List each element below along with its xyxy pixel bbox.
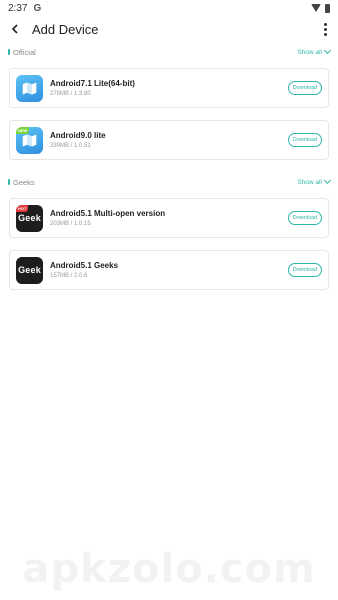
device-name: Android9.0 lite <box>50 131 106 140</box>
section-header-geeks: Geeks Show all <box>0 175 338 189</box>
download-button[interactable]: Download <box>288 263 322 277</box>
chevron-down-icon <box>323 176 332 185</box>
section-label: Official <box>13 47 36 57</box>
download-button[interactable]: Download <box>288 133 322 147</box>
show-all-label: Show all <box>297 178 322 186</box>
page-title: Add Device <box>32 21 99 37</box>
status-time: 2:37 <box>8 2 28 14</box>
show-all-official-button[interactable]: Show all <box>297 46 332 56</box>
device-info: Android9.0 lite 339MB / 1.0.51 <box>50 131 106 149</box>
watermark: apkzolo.com <box>22 546 316 592</box>
device-name: Android7.1 Lite(64-bit) <box>50 79 135 88</box>
status-icons <box>311 3 330 13</box>
device-info: Android5.1 Multi-open version 203MB / 1.… <box>50 209 165 227</box>
back-button[interactable] <box>0 16 30 42</box>
device-name: Android5.1 Multi-open version <box>50 209 166 218</box>
google-icon: G <box>33 2 42 14</box>
device-info: Android7.1 Lite(64-bit) 278MB / 1.3.80 <box>50 79 135 97</box>
device-card[interactable]: NEW Android9.0 lite 339MB / 1.0.51 Downl… <box>9 120 329 160</box>
chevron-down-icon <box>323 46 332 55</box>
hot-badge: HOT <box>16 204 29 212</box>
geek-icon-label: Geek <box>18 265 41 275</box>
download-button[interactable]: Download <box>288 211 322 225</box>
geek-icon: HOT Geek <box>16 204 43 232</box>
device-meta: 157MB / 2.0.6 <box>50 273 88 279</box>
download-button[interactable]: Download <box>288 81 322 95</box>
device-meta: 339MB / 1.0.51 <box>50 143 91 149</box>
geek-icon: Geek <box>16 256 43 284</box>
back-arrow-icon <box>11 24 18 34</box>
section-header-official: Official Show all <box>0 45 338 59</box>
device-name: Android5.1 Geeks <box>50 261 119 270</box>
map-glyph-icon <box>22 82 37 94</box>
section-marker <box>8 49 10 55</box>
geek-icon-label: Geek <box>18 213 41 223</box>
more-dot-icon <box>323 32 327 36</box>
section-label: Geeks <box>13 177 35 187</box>
show-all-geeks-button[interactable]: Show all <box>297 176 332 186</box>
device-meta: 203MB / 1.0.15 <box>50 221 91 227</box>
status-bar: 2:37 G <box>0 0 338 16</box>
map-glyph-icon <box>22 134 37 146</box>
battery-icon <box>325 3 330 13</box>
android-map-icon <box>16 74 43 102</box>
show-all-label: Show all <box>297 48 322 56</box>
new-badge: NEW <box>16 126 30 134</box>
android-map-icon: NEW <box>16 126 43 154</box>
device-card[interactable]: Geek Android5.1 Geeks 157MB / 2.0.6 Down… <box>9 250 329 290</box>
section-marker <box>8 179 10 185</box>
more-options-button[interactable] <box>312 16 338 42</box>
device-card[interactable]: Android7.1 Lite(64-bit) 278MB / 1.3.80 D… <box>9 68 329 108</box>
wifi-icon <box>311 4 321 12</box>
app-bar: Add Device <box>0 16 338 42</box>
more-dot-icon <box>323 22 327 26</box>
device-meta: 278MB / 1.3.80 <box>50 91 91 97</box>
more-dot-icon <box>323 27 327 31</box>
device-card[interactable]: HOT Geek Android5.1 Multi-open version 2… <box>9 198 329 238</box>
device-info: Android5.1 Geeks 157MB / 2.0.6 <box>50 261 118 279</box>
